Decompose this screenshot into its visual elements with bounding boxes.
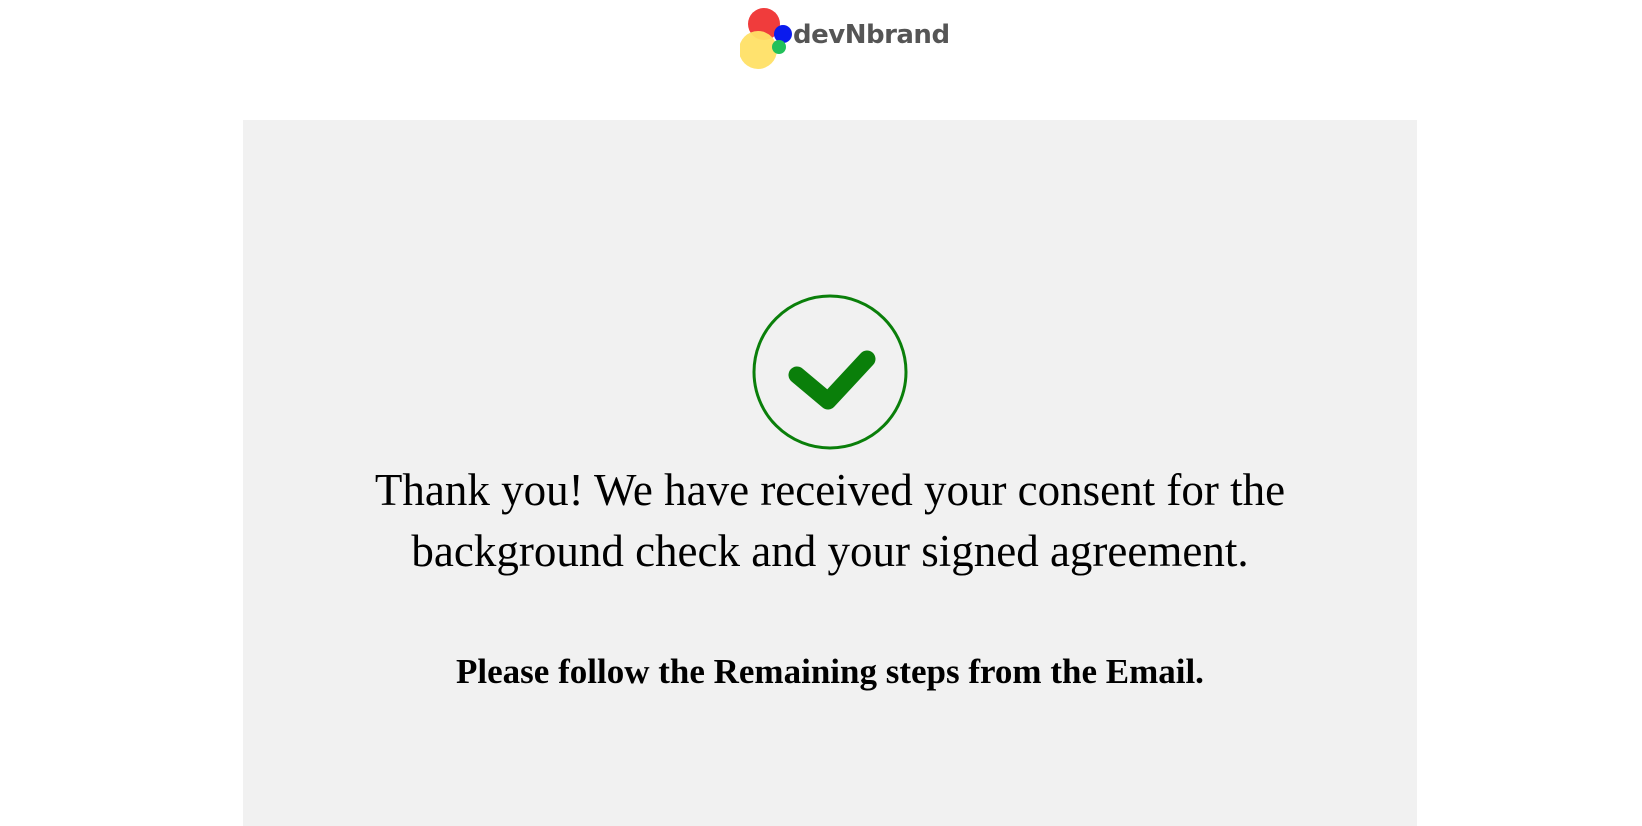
- confirmation-message: Thank you! We have received your consent…: [323, 460, 1337, 582]
- brand-name: devNbrand: [793, 20, 950, 50]
- page-header: devNbrand: [0, 0, 1642, 80]
- confirmation-card: Thank you! We have received your consent…: [243, 120, 1417, 826]
- next-steps-instruction: Please follow the Remaining steps from t…: [456, 652, 1204, 691]
- check-circle-icon: [752, 294, 908, 450]
- brand-logo-mark-icon: [740, 8, 792, 69]
- brand-logo[interactable]: devNbrand: [740, 8, 950, 70]
- confirmation-message-line-2: background check and your signed agreeme…: [411, 526, 1249, 576]
- confirmation-message-line-1: Thank you! We have received your consent…: [374, 465, 1286, 515]
